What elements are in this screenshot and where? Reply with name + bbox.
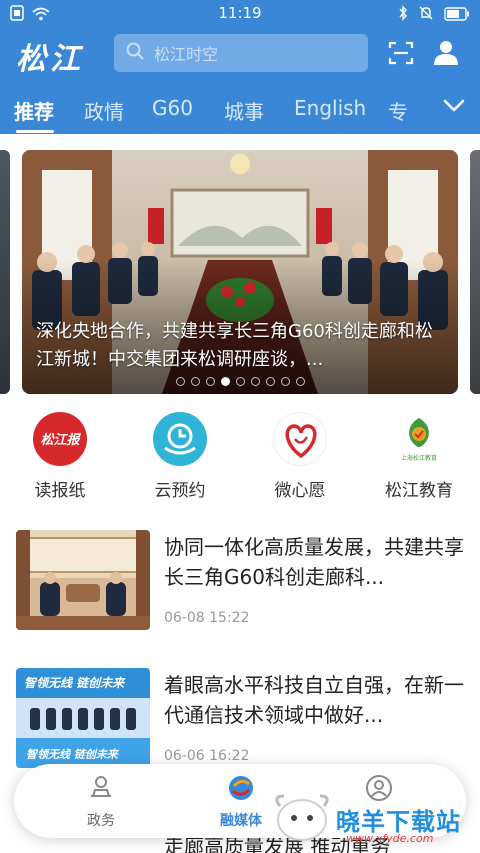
- quick-link-cloud-appointment[interactable]: 云预约: [125, 412, 235, 501]
- news-item[interactable]: 协同一体化高质量发展，共建共享长三角G60科创走廊科... 06-08 15:2…: [0, 530, 480, 668]
- pagination-dot[interactable]: [280, 377, 290, 386]
- pagination-dot[interactable]: [295, 377, 305, 386]
- mute-bell-icon: [418, 5, 434, 25]
- bluetooth-icon: [398, 5, 408, 25]
- government-icon: [87, 776, 115, 806]
- nav-government[interactable]: 政务: [56, 774, 146, 830]
- carousel-pagination: [22, 377, 458, 386]
- more-tabs-button[interactable]: [428, 80, 480, 134]
- next-slide-peek[interactable]: [470, 150, 480, 394]
- banner-carousel[interactable]: 深化央地合作，共建共享长三角G60科创走廊和松江新城！中交集团来松调研座谈，..…: [0, 134, 480, 398]
- quick-link-label: 松江教育: [385, 481, 453, 501]
- active-tab-indicator: [16, 130, 54, 133]
- search-icon: [126, 42, 144, 64]
- quick-link-micro-wish[interactable]: 微心愿: [245, 412, 355, 501]
- app-logo: 松江: [16, 42, 84, 77]
- site-watermark: 晓羊下载站 www.xfyde.com: [270, 788, 480, 848]
- pagination-dot[interactable]: [235, 377, 245, 386]
- battery-icon: [444, 6, 470, 25]
- watermark-url: www.xfyde.com: [346, 832, 434, 845]
- search-placeholder: 松江时空: [154, 45, 219, 64]
- news-title: 着眼高水平科技自立自强，在新一代通信技术领域中做好...: [164, 673, 464, 727]
- news-time: 06-06 16:22: [164, 748, 250, 764]
- newspaper-logo-icon: 松江报: [33, 412, 87, 466]
- status-bar: 11:19: [0, 0, 480, 28]
- tab-politics[interactable]: 政情: [84, 96, 124, 125]
- nav-label: 政务: [87, 813, 115, 829]
- quick-link-newspaper[interactable]: 松江报 读报纸: [5, 412, 115, 501]
- banner-caption: 深化央地合作，共建共享长三角G60科创走廊和松江新城！中交集团来松调研座谈，..…: [36, 321, 433, 370]
- user-profile-icon[interactable]: [432, 38, 460, 70]
- tab-special[interactable]: 专: [388, 96, 408, 125]
- tab-english[interactable]: English: [294, 96, 366, 120]
- pagination-dot[interactable]: [190, 377, 200, 386]
- news-thumbnail: 智领无线 链创未来 智领无线 链创未来: [16, 668, 150, 768]
- app-header: 松江 松江时空: [0, 28, 480, 80]
- quick-link-label: 云预约: [154, 481, 206, 501]
- quick-links: 松江报 读报纸 云预约 微心愿 上海松江教育 松江教育: [0, 398, 480, 510]
- tab-recommended[interactable]: 推荐: [14, 96, 54, 125]
- search-box[interactable]: 松江时空: [114, 34, 368, 72]
- quick-link-label: 微心愿: [274, 481, 326, 501]
- news-thumbnail: [16, 530, 150, 630]
- news-title: 协同一体化高质量发展，共建共享长三角G60科创走廊科...: [164, 535, 464, 589]
- pagination-dot[interactable]: [175, 377, 185, 386]
- pagination-dot[interactable]: [250, 377, 260, 386]
- tab-g60[interactable]: G60: [152, 96, 193, 120]
- cloud-appointment-icon: [153, 412, 207, 466]
- pagination-dot-active[interactable]: [220, 377, 230, 386]
- quick-link-label: 读报纸: [34, 481, 86, 501]
- tab-city[interactable]: 城事: [224, 96, 264, 125]
- banner-slide[interactable]: 深化央地合作，共建共享长三角G60科创走廊和松江新城！中交集团来松调研座谈，..…: [22, 150, 458, 394]
- heart-wish-icon: [273, 412, 327, 466]
- pagination-dot[interactable]: [265, 377, 275, 386]
- media-logo-icon: [227, 776, 255, 806]
- education-logo-icon: 上海松江教育: [392, 412, 446, 466]
- previous-slide-peek[interactable]: [0, 150, 10, 394]
- channel-tabs: 推荐 政情 G60 城事 English 专: [0, 80, 480, 134]
- sheep-logo-icon: [275, 794, 329, 841]
- scan-icon[interactable]: [388, 40, 414, 70]
- pagination-dot[interactable]: [205, 377, 215, 386]
- quick-link-education[interactable]: 上海松江教育 松江教育: [364, 412, 474, 501]
- news-time: 06-08 15:22: [164, 610, 250, 626]
